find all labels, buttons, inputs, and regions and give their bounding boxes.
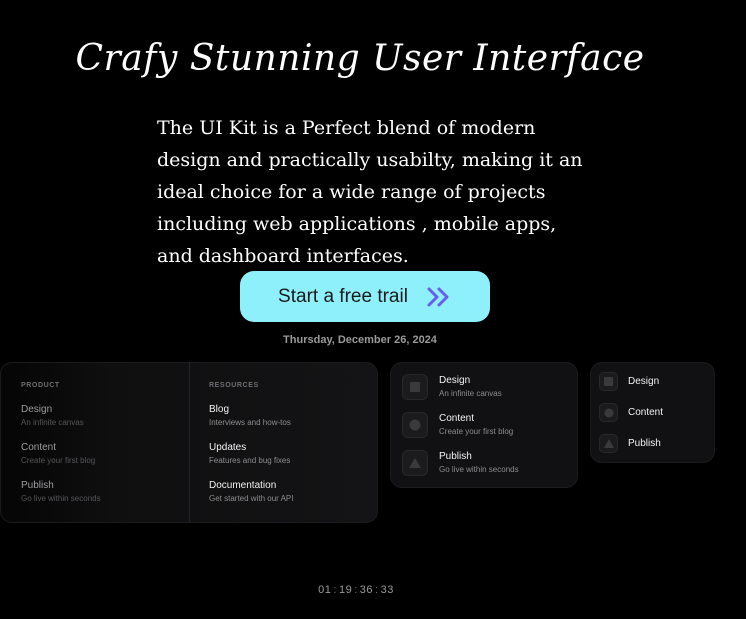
resources-column: RESOURCES Blog Interviews and how-tos Up… (190, 362, 378, 523)
start-free-trial-button[interactable]: Start a free trail (240, 271, 490, 322)
triangle-icon (599, 434, 618, 453)
menu-item-content[interactable]: Content Create your first blog (21, 442, 95, 466)
countdown-clock: 01:19:36:33 (0, 584, 712, 596)
clock-days: 01 (318, 584, 332, 596)
compact-menu-item-design[interactable]: Design (599, 372, 659, 391)
icon-menu-card: Design An infinite canvas Content Create… (390, 362, 578, 488)
product-heading: PRODUCT (21, 382, 60, 389)
clock-hours: 19 (338, 584, 353, 596)
icon-menu-item-content[interactable]: Content Create your first blog (402, 412, 513, 438)
clock-minutes: 36 (359, 584, 374, 596)
menu-item-title: Documentation (209, 480, 277, 491)
menu-item-title: Content (21, 442, 57, 453)
menu-item-design[interactable]: Design An infinite canvas (21, 404, 84, 428)
menu-item-documentation[interactable]: Documentation Get started with our API (209, 480, 293, 504)
icon-menu-item-title: Content (439, 413, 475, 424)
menu-item-title: Publish (21, 480, 54, 491)
compact-menu-item-label: Publish (628, 438, 661, 449)
cta-label: Start a free trail (278, 285, 408, 307)
clock-separator: : (354, 584, 358, 596)
menu-item-subtitle: Get started with our API (209, 494, 294, 503)
icon-menu-item-title: Publish (439, 451, 472, 462)
circle-icon (599, 403, 618, 422)
hero-description: The UI Kit is a Perfect blend of modern … (157, 117, 583, 267)
menu-item-updates[interactable]: Updates Features and bug fixes (209, 442, 290, 466)
double-chevron-right-icon (426, 286, 452, 308)
clock-separator: : (375, 584, 379, 596)
product-column: PRODUCT Design An infinite canvas Conten… (0, 362, 189, 523)
icon-menu-item-subtitle: An infinite canvas (439, 389, 502, 398)
hero-title: Crafy Stunning User Interface (75, 38, 645, 79)
menu-item-title: Updates (209, 442, 247, 453)
compact-menu-card: Design Content Publish (590, 362, 715, 463)
current-date: Thursday, December 26, 2024 (283, 334, 437, 346)
square-icon (402, 374, 428, 400)
compact-menu-item-label: Design (628, 376, 660, 387)
resources-heading: RESOURCES (209, 382, 259, 389)
menu-item-subtitle: Interviews and how-tos (209, 418, 291, 427)
mega-menu-card: PRODUCT Design An infinite canvas Conten… (0, 362, 378, 523)
icon-menu-item-subtitle: Create your first blog (439, 427, 514, 436)
compact-menu-item-content[interactable]: Content (599, 403, 663, 422)
compact-menu-item-label: Content (628, 407, 664, 418)
icon-menu-item-subtitle: Go live within seconds (439, 465, 519, 474)
clock-separator: : (333, 584, 337, 596)
menu-item-title: Design (21, 404, 53, 415)
compact-menu-item-publish[interactable]: Publish (599, 434, 661, 453)
menu-item-blog[interactable]: Blog Interviews and how-tos (209, 404, 291, 428)
square-icon (599, 372, 618, 391)
menu-item-subtitle: Features and bug fixes (209, 456, 291, 465)
menu-item-subtitle: An infinite canvas (21, 418, 84, 427)
menu-item-subtitle: Go live within seconds (21, 494, 101, 503)
menu-item-publish[interactable]: Publish Go live within seconds (21, 480, 101, 504)
icon-menu-item-title: Design (439, 375, 471, 386)
circle-icon (402, 412, 428, 438)
icon-menu-item-design[interactable]: Design An infinite canvas (402, 374, 502, 400)
menu-item-title: Blog (209, 404, 230, 415)
clock-seconds: 33 (380, 584, 394, 596)
triangle-icon (402, 450, 428, 476)
icon-menu-item-publish[interactable]: Publish Go live within seconds (402, 450, 519, 476)
menu-item-subtitle: Create your first blog (21, 456, 96, 465)
